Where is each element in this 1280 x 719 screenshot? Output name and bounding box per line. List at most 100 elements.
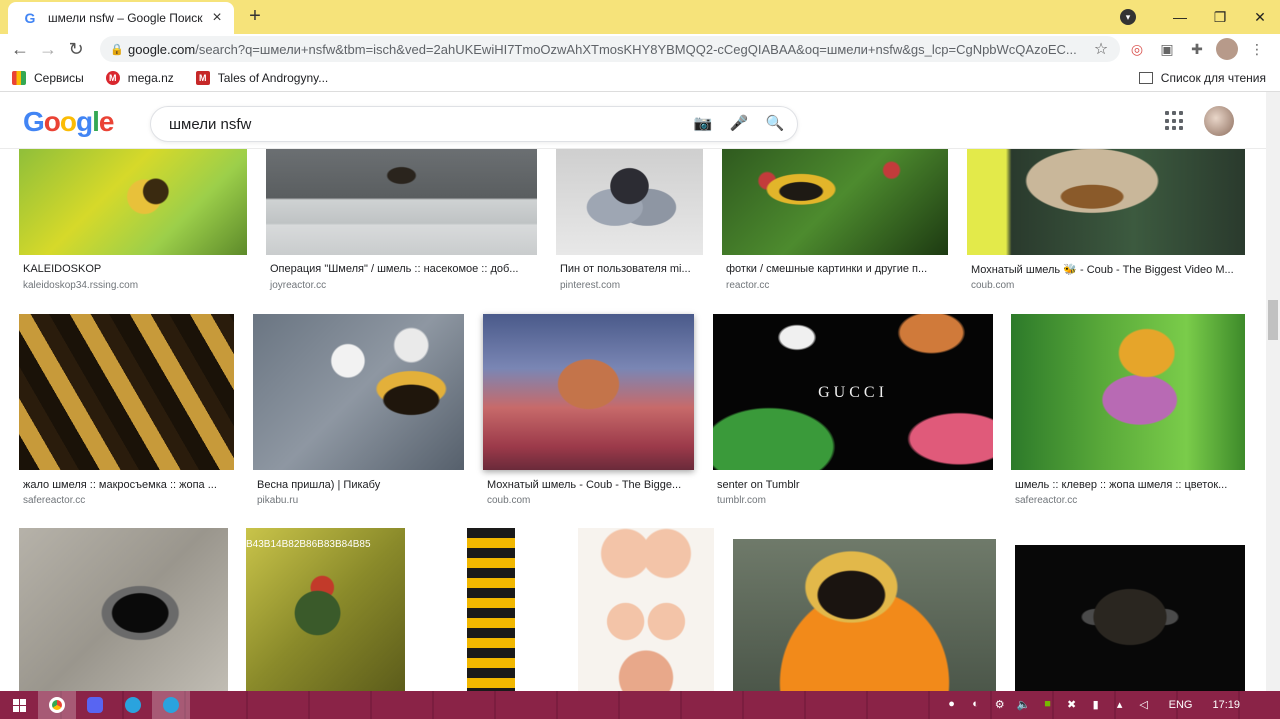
- forward-button[interactable]: →: [34, 35, 62, 63]
- close-window-button[interactable]: ✕: [1240, 9, 1280, 26]
- result-tile[interactable]: B43B14B82B86B83B84B85: [246, 528, 405, 691]
- google-logo[interactable]: Google: [23, 106, 114, 138]
- chrome-tray-icon[interactable]: ●: [943, 698, 961, 712]
- result-domain: kaleidoskop34.rssing.com: [23, 280, 139, 291]
- clock[interactable]: 17:19: [1212, 699, 1240, 711]
- microphone-icon[interactable]: 🎤: [727, 112, 751, 136]
- bookmark-services[interactable]: Сервисы: [12, 70, 84, 85]
- result-caption[interactable]: Мохнатый шмель 🐝 - Coub - The Biggest Vi…: [971, 263, 1243, 276]
- tab-close-icon[interactable]: ×: [208, 9, 226, 27]
- result-tile[interactable]: [1015, 545, 1245, 691]
- scrollbar-thumb[interactable]: [1268, 300, 1278, 340]
- battery-icon[interactable]: ▮: [1087, 698, 1105, 712]
- minimize-button[interactable]: —: [1160, 9, 1200, 25]
- wifi-icon[interactable]: ▴: [1111, 698, 1129, 712]
- bookmark-tales[interactable]: M Tales of Androgyny...: [195, 70, 328, 85]
- bee-with-skull-image[interactable]: [722, 149, 948, 255]
- reading-list-icon: [1138, 72, 1153, 84]
- extensions-puzzle-icon[interactable]: ✚: [1186, 38, 1208, 60]
- result-domain: coub.com: [487, 495, 531, 506]
- result-caption[interactable]: Мохнатый шмель - Coub - The Bigge...: [487, 479, 693, 491]
- result-tile[interactable]: KALEIDOSKOP kaleidoskop34.rssing.com: [19, 149, 247, 294]
- network-tray-icon[interactable]: ◐: [967, 698, 985, 712]
- result-tile[interactable]: GUCCI senter on Tumblr tumblr.com: [713, 314, 993, 514]
- bee-on-clover-image[interactable]: [1011, 314, 1245, 470]
- bee-face-closeup-image[interactable]: [1015, 545, 1245, 691]
- result-tile[interactable]: фотки / смешные картинки и другие п... r…: [722, 149, 948, 294]
- taskbar-discord[interactable]: [76, 691, 114, 719]
- result-tile[interactable]: Мохнатый шмель 🐝 - Coub - The Biggest Vi…: [967, 149, 1245, 294]
- address-bar[interactable]: 🔒 google.com/search?q=шмели+nsfw&tbm=isc…: [100, 36, 1120, 62]
- fly-pinned-image[interactable]: [556, 149, 703, 255]
- result-caption[interactable]: Операция "Шмеля" / шмель :: насекомое ::…: [270, 263, 534, 275]
- lock-icon[interactable]: 🔒: [110, 43, 128, 56]
- bookmark-mega[interactable]: M mega.nz: [105, 70, 174, 85]
- extension-icon-2[interactable]: ▣: [1156, 38, 1178, 60]
- tab-google-search[interactable]: G шмели nsfw – Google Поиск ×: [8, 2, 234, 34]
- maximize-button[interactable]: ❐: [1200, 9, 1240, 26]
- result-domain: joyreactor.cc: [270, 280, 327, 291]
- gucci-bee-pattern-image[interactable]: GUCCI: [713, 314, 993, 470]
- start-button[interactable]: [0, 691, 38, 719]
- result-caption[interactable]: senter on Tumblr: [717, 479, 991, 491]
- bee-in-wood-hole-image[interactable]: [19, 528, 228, 691]
- bee-in-nest-image[interactable]: [967, 149, 1245, 255]
- extension-icon-1[interactable]: ◎: [1126, 38, 1148, 60]
- result-tile[interactable]: Весна пришла) | Пикабу pikabu.ru: [253, 314, 464, 514]
- result-tile[interactable]: Пин от пользователя mi... pinterest.com: [556, 149, 703, 294]
- bee-on-window-image[interactable]: [266, 149, 537, 255]
- new-tab-button[interactable]: +: [244, 5, 266, 27]
- reading-list-button[interactable]: Список для чтения: [1138, 71, 1266, 85]
- google-favicon-icon: G: [24, 10, 36, 26]
- language-indicator[interactable]: ENG: [1169, 699, 1193, 711]
- steam-tray-icon[interactable]: ⚙: [991, 698, 1009, 712]
- taskbar-chrome[interactable]: [38, 691, 76, 719]
- back-button[interactable]: ←: [6, 35, 34, 63]
- reload-button[interactable]: ↻: [62, 35, 90, 63]
- comic-faces-image[interactable]: [578, 528, 714, 691]
- result-caption[interactable]: шмель :: клевер :: жопа шмеля :: цветок.…: [1015, 479, 1243, 491]
- result-caption[interactable]: жало шмеля :: макросъемка :: жопа ...: [23, 479, 233, 491]
- bee-on-cherry-blossom-image[interactable]: [253, 314, 464, 470]
- result-tile[interactable]: Операция "Шмеля" / шмель :: насекомое ::…: [266, 149, 537, 294]
- taskbar-telegram-2[interactable]: [152, 691, 190, 719]
- volume-icon[interactable]: 🔈: [1015, 698, 1033, 712]
- long-bee-image[interactable]: [423, 528, 559, 691]
- nvidia-icon[interactable]: ■: [1039, 698, 1057, 712]
- google-apps-icon[interactable]: [1165, 111, 1185, 131]
- result-tile[interactable]: [733, 539, 996, 691]
- menu-kebab-icon[interactable]: ⋮: [1246, 38, 1268, 60]
- speaker-icon[interactable]: ◁: [1135, 698, 1153, 712]
- result-caption[interactable]: KALEIDOSKOP: [23, 263, 243, 275]
- discord-icon: [87, 697, 103, 713]
- search-icon[interactable]: 🔍: [763, 112, 787, 136]
- result-tile[interactable]: жало шмеля :: макросъемка :: жопа ... sa…: [19, 314, 234, 514]
- camera-icon[interactable]: 📷: [691, 112, 715, 136]
- result-tile[interactable]: [19, 528, 228, 691]
- tales-icon: M: [195, 70, 210, 85]
- meme-soldier-image[interactable]: B43B14B82B86B83B84B85: [246, 528, 405, 691]
- bee-stinger-macro-image[interactable]: [19, 314, 234, 470]
- result-tile[interactable]: шмель :: клевер :: жопа шмеля :: цветок.…: [1011, 314, 1245, 514]
- reading-list-label: Список для чтения: [1160, 71, 1266, 85]
- result-tile[interactable]: [578, 528, 714, 691]
- url-path: /search?q=шмели+nsfw&tbm=isch&ved=2ahUKE…: [195, 41, 1077, 57]
- image-results: KALEIDOSKOP kaleidoskop34.rssing.com Опе…: [0, 149, 1268, 691]
- coub-cartoon-image[interactable]: [483, 314, 694, 470]
- result-tile[interactable]: Мохнатый шмель - Coub - The Bigge... cou…: [483, 314, 694, 514]
- result-domain: safereactor.cc: [23, 495, 86, 506]
- bee-on-yellow-flowers-image[interactable]: [19, 149, 247, 255]
- taskbar-telegram-1[interactable]: [114, 691, 152, 719]
- result-tile[interactable]: [423, 528, 559, 691]
- profile-avatar[interactable]: [1216, 38, 1238, 60]
- tab-search-icon[interactable]: ▾: [1120, 9, 1136, 25]
- account-avatar[interactable]: [1204, 106, 1234, 136]
- result-caption[interactable]: Пин от пользователя mi...: [560, 263, 700, 275]
- result-caption[interactable]: фотки / смешные картинки и другие п...: [726, 263, 946, 275]
- result-caption[interactable]: Весна пришла) | Пикабу: [257, 479, 463, 491]
- shield-icon[interactable]: ✖: [1063, 698, 1081, 712]
- bee-on-orange-flower-image[interactable]: [733, 539, 996, 691]
- search-input[interactable]: [169, 115, 679, 133]
- bookmark-star-icon[interactable]: ☆: [1092, 39, 1110, 59]
- page-scrollbar[interactable]: [1266, 92, 1280, 691]
